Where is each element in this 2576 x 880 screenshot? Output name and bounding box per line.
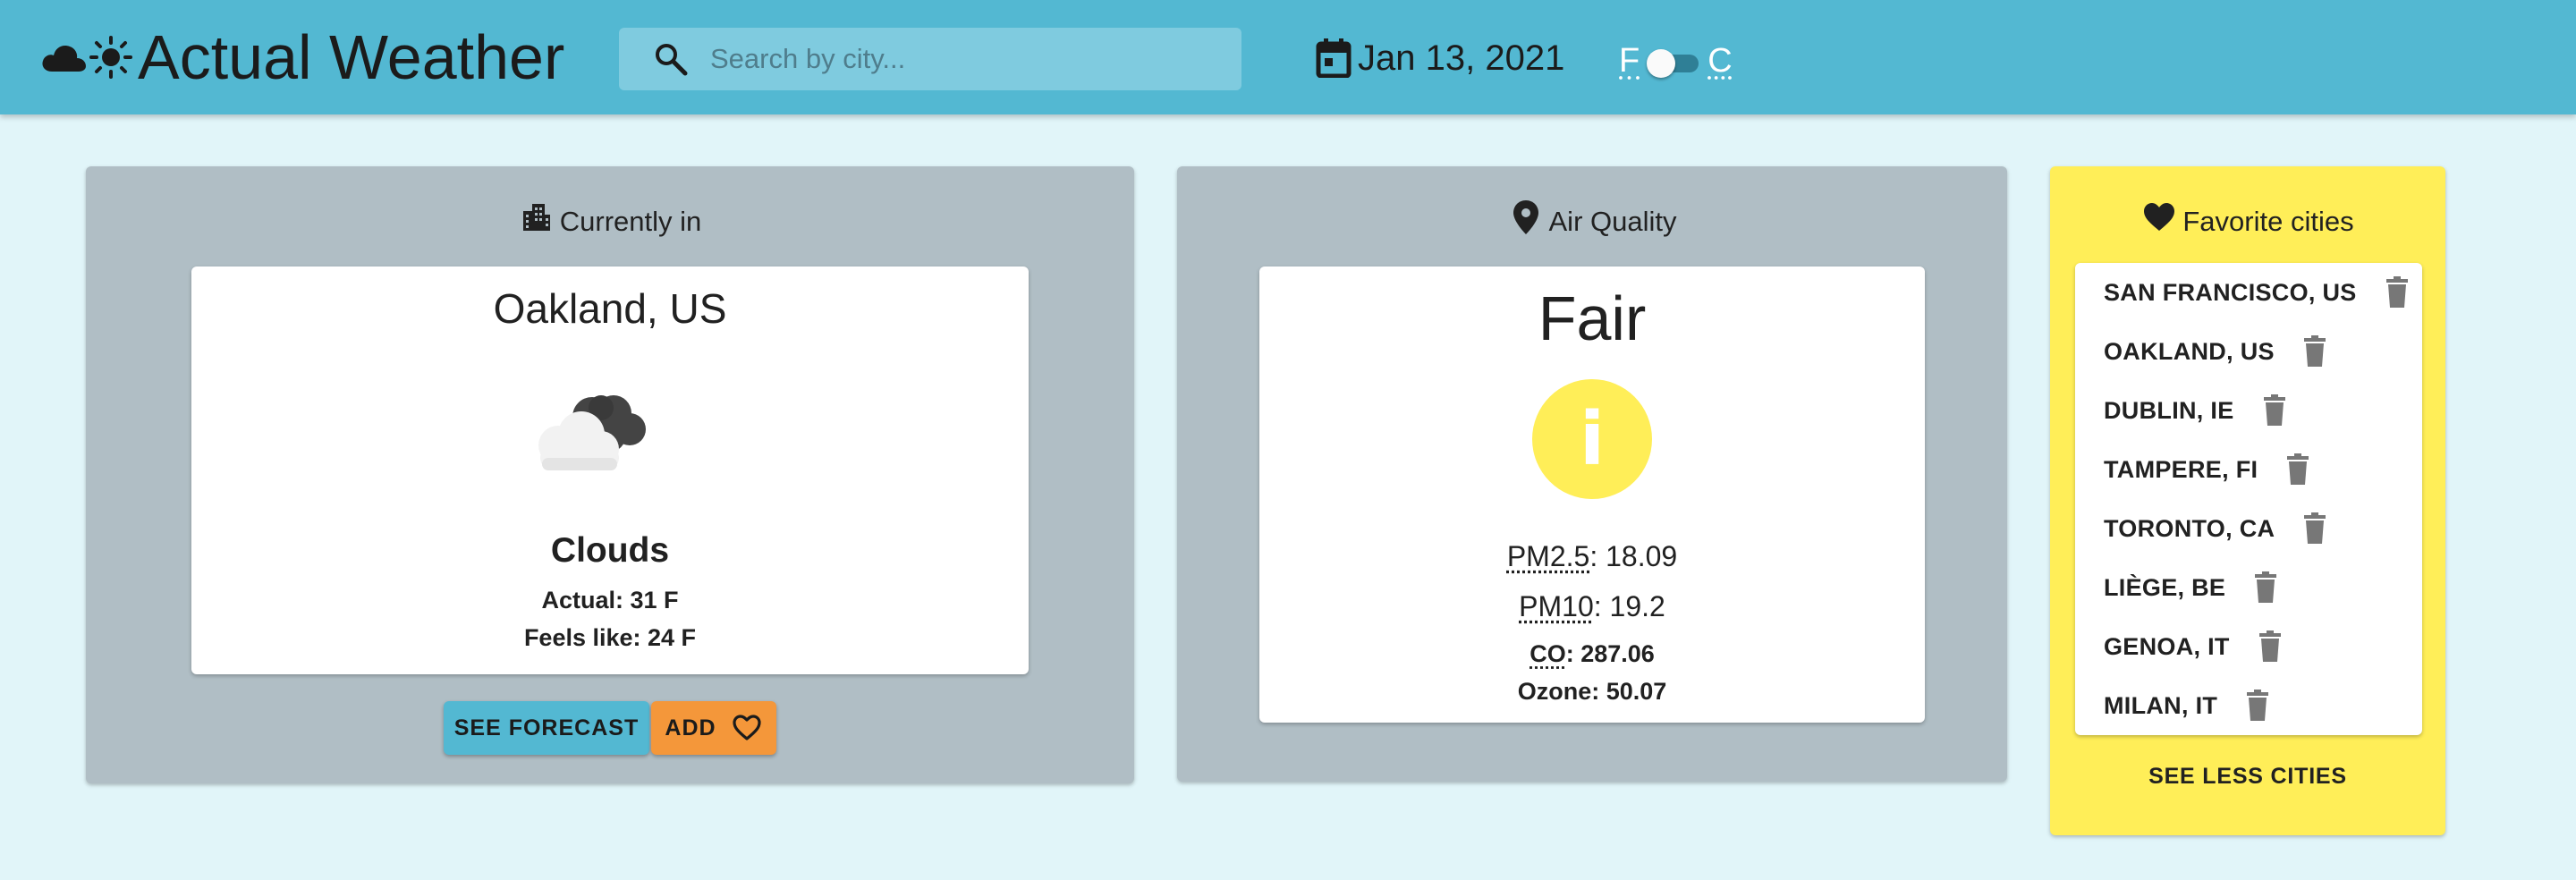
list-item[interactable]: TAMPERE, FI bbox=[2104, 440, 2313, 499]
ozone-row: Ozone: 50.07 bbox=[1517, 678, 1667, 705]
toggle-thumb[interactable] bbox=[1647, 49, 1676, 78]
list-item[interactable]: GENOA, IT bbox=[2104, 617, 2285, 676]
air-panel-title: Air Quality bbox=[1548, 206, 1677, 237]
city-name: Oakland, US bbox=[493, 285, 727, 332]
favorite-city-name[interactable]: GENOA, IT bbox=[2104, 633, 2230, 661]
air-panel-header: Air Quality bbox=[1177, 199, 2007, 241]
current-weather-panel: Currently in Oakland, US Clouds Actual: … bbox=[86, 166, 1134, 783]
air-quality-card: Fair i PM2.5: 18.09 PM10: 19.2 CO: 287.0… bbox=[1259, 267, 1925, 723]
app-title: Actual Weather bbox=[138, 22, 565, 92]
trash-icon[interactable] bbox=[2255, 629, 2285, 664]
clouds-icon bbox=[522, 383, 665, 481]
current-panel-header: Currently in bbox=[86, 202, 1134, 241]
trash-icon[interactable] bbox=[2250, 570, 2281, 605]
co-value: : 287.06 bbox=[1565, 640, 1655, 667]
feels-like-temperature: Feels like: 24 F bbox=[523, 624, 697, 651]
see-less-cities-button[interactable]: SEE LESS CITIES bbox=[2050, 764, 2445, 790]
co-label: CO bbox=[1530, 640, 1566, 667]
actual-temperature: Actual: 31 F bbox=[541, 587, 679, 613]
pm25-row: PM2.5: 18.09 bbox=[1259, 540, 1925, 573]
list-item[interactable]: DUBLIN, IE bbox=[2104, 381, 2290, 440]
list-item[interactable]: TORONTO, CA bbox=[2104, 499, 2330, 558]
air-quality-level: Fair bbox=[1538, 283, 1647, 353]
heart-outline-icon bbox=[731, 712, 763, 744]
weather-condition: Clouds bbox=[550, 531, 670, 570]
favorites-panel-header: Favorite cities bbox=[2050, 202, 2445, 241]
add-favorite-label: ADD bbox=[665, 715, 716, 740]
info-icon: i bbox=[1532, 379, 1652, 499]
calendar-icon bbox=[1315, 38, 1352, 79]
pm10-value: : 19.2 bbox=[1593, 590, 1665, 622]
current-panel-title: Currently in bbox=[559, 206, 702, 237]
see-forecast-label: SEE FORECAST bbox=[453, 715, 640, 740]
trash-icon[interactable] bbox=[2259, 393, 2290, 428]
city-icon bbox=[519, 199, 555, 235]
favorite-city-name[interactable]: LIÈGE, BE bbox=[2104, 574, 2225, 602]
favorites-panel-title: Favorite cities bbox=[2182, 206, 2354, 237]
heart-icon bbox=[2141, 199, 2177, 235]
trash-icon[interactable] bbox=[2300, 511, 2330, 546]
brand: Actual Weather bbox=[41, 20, 564, 95]
list-item[interactable]: LIÈGE, BE bbox=[2104, 558, 2281, 617]
sun-icon bbox=[88, 34, 134, 80]
info-glyph: i bbox=[1579, 396, 1606, 482]
unit-c-label[interactable]: C bbox=[1707, 42, 1732, 80]
search-icon bbox=[649, 38, 692, 80]
trash-icon[interactable] bbox=[2382, 275, 2412, 310]
favorite-city-name[interactable]: MILAN, IT bbox=[2104, 692, 2217, 720]
cloud-icon bbox=[41, 34, 88, 80]
favorite-city-name[interactable]: TAMPERE, FI bbox=[2104, 456, 2258, 484]
app-bar: Actual Weather Jan 13, 2021 F C bbox=[0, 0, 2576, 114]
pm25-value: : 18.09 bbox=[1589, 540, 1678, 572]
trash-icon[interactable] bbox=[2283, 452, 2313, 487]
air-quality-panel: Air Quality Fair i PM2.5: 18.09 PM10: 19… bbox=[1177, 166, 2007, 782]
trash-icon[interactable] bbox=[2242, 688, 2273, 723]
co-row: CO: 287.06 bbox=[1259, 640, 1925, 668]
list-item[interactable]: SAN FRANCISCO, US bbox=[2104, 263, 2412, 322]
date-text: Jan 13, 2021 bbox=[1358, 38, 1565, 78]
favorite-city-name[interactable]: OAKLAND, US bbox=[2104, 338, 2275, 366]
add-favorite-button[interactable]: ADD bbox=[651, 701, 776, 755]
list-item[interactable]: MILAN, IT bbox=[2104, 676, 2273, 735]
pm10-row: PM10: 19.2 bbox=[1259, 590, 1925, 623]
search-bar[interactable] bbox=[619, 28, 1241, 90]
search-input[interactable] bbox=[710, 43, 1211, 75]
location-pin-icon bbox=[1508, 199, 1544, 235]
pm25-label: PM2.5 bbox=[1506, 540, 1590, 572]
pm10-label: PM10 bbox=[1519, 590, 1594, 622]
current-weather-card: Oakland, US Clouds Actual: 31 F Feels li… bbox=[191, 267, 1029, 674]
trash-icon[interactable] bbox=[2300, 334, 2330, 369]
favorite-city-name[interactable]: SAN FRANCISCO, US bbox=[2104, 279, 2357, 307]
unit-f-label[interactable]: F bbox=[1619, 42, 1640, 80]
favorite-city-name[interactable]: TORONTO, CA bbox=[2104, 515, 2275, 543]
favorite-city-name[interactable]: DUBLIN, IE bbox=[2104, 397, 2234, 425]
see-forecast-button[interactable]: SEE FORECAST bbox=[444, 701, 649, 755]
list-item[interactable]: OAKLAND, US bbox=[2104, 322, 2330, 381]
favorite-cities-panel: Favorite cities SAN FRANCISCO, US OAKLAN… bbox=[2050, 166, 2445, 835]
unit-switch[interactable]: F C bbox=[1619, 38, 1733, 84]
date-display: Jan 13, 2021 bbox=[1315, 34, 1564, 82]
favorite-cities-list: SAN FRANCISCO, US OAKLAND, US DUBLIN, IE… bbox=[2075, 263, 2422, 735]
unit-toggle[interactable] bbox=[1647, 47, 1700, 78]
